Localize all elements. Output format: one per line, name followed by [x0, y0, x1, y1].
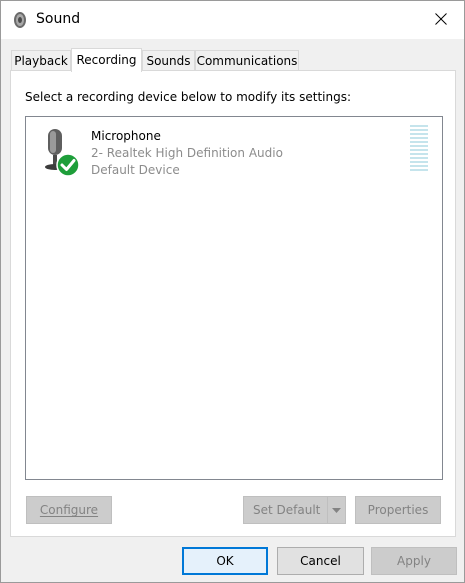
- set-default-dropdown[interactable]: [327, 497, 345, 523]
- speaker-icon: [12, 11, 28, 29]
- tab-recording[interactable]: Recording: [71, 48, 142, 72]
- dialog-button-bar: OK Cancel Apply: [1, 538, 464, 582]
- device-status: Default Device: [91, 163, 180, 177]
- apply-button[interactable]: Apply: [371, 547, 457, 575]
- close-icon: [435, 12, 447, 28]
- tab-sounds[interactable]: Sounds: [142, 50, 195, 70]
- cancel-button[interactable]: Cancel: [277, 547, 364, 575]
- properties-button[interactable]: Properties: [355, 496, 441, 524]
- microphone-icon: [39, 127, 83, 179]
- sound-dialog: Sound Playback Recording Sounds Communic…: [0, 0, 465, 583]
- ok-button[interactable]: OK: [182, 547, 268, 575]
- chevron-down-icon: [332, 508, 341, 513]
- ok-label: OK: [216, 554, 234, 568]
- green-check-icon: [56, 153, 80, 177]
- set-default-label: Set Default: [253, 503, 321, 517]
- set-default-button[interactable]: Set Default: [243, 496, 346, 524]
- instruction-text: Select a recording device below to modif…: [25, 90, 352, 104]
- apply-label: Apply: [397, 554, 431, 568]
- configure-button[interactable]: Configure: [26, 496, 112, 524]
- device-list[interactable]: Microphone 2- Realtek High Definition Au…: [25, 116, 443, 480]
- close-button[interactable]: [418, 1, 464, 39]
- level-meter: [410, 125, 428, 175]
- properties-label: Properties: [367, 503, 429, 517]
- recording-panel: Select a recording device below to modif…: [10, 70, 456, 537]
- tab-communications[interactable]: Communications: [195, 50, 299, 70]
- device-name: Microphone: [91, 129, 161, 143]
- list-item[interactable]: Microphone 2- Realtek High Definition Au…: [26, 117, 442, 187]
- window-title: Sound: [36, 11, 81, 27]
- configure-label: Configure: [39, 503, 99, 517]
- device-description: 2- Realtek High Definition Audio: [91, 146, 283, 160]
- tab-playback[interactable]: Playback: [11, 50, 71, 70]
- cancel-label: Cancel: [300, 554, 341, 568]
- title-bar[interactable]: Sound: [1, 1, 464, 39]
